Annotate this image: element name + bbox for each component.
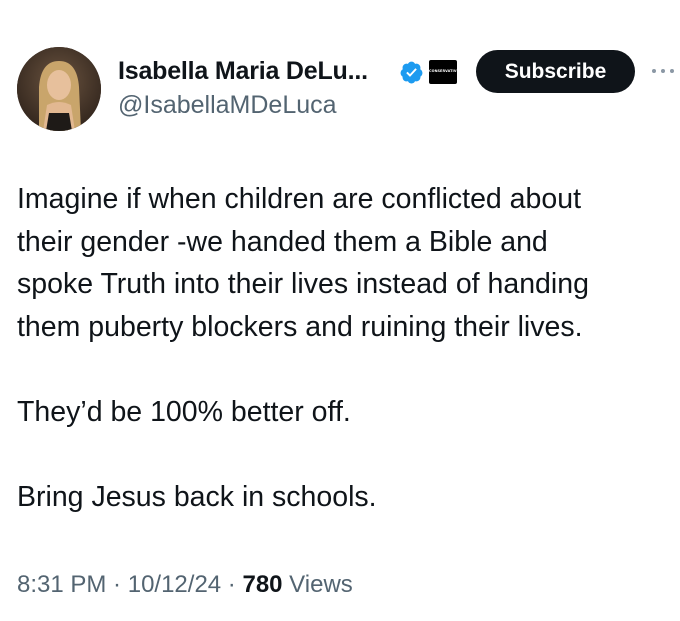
tweet-paragraph-1: Imagine if when children are conflicted …: [17, 178, 677, 348]
views-count: 780: [242, 571, 283, 598]
affiliate-badge[interactable]: CONSERVATIVE: [429, 60, 457, 84]
tweet-paragraph-2: They’d be 100% better off.: [17, 395, 351, 428]
tweet-line: them puberty blockers and ruining their …: [17, 310, 583, 343]
affiliate-badge-text: CONSERVATIVE: [429, 69, 457, 73]
tweet-date[interactable]: 10/12/24: [128, 571, 221, 598]
separator-dot: ·: [106, 571, 128, 598]
avatar-photo: [17, 47, 101, 131]
tweet-card: Isabella Maria DeLu... CONSERVATIVE @Isa…: [0, 0, 680, 621]
tweet-time[interactable]: 8:31 PM: [17, 571, 106, 598]
verified-badge-icon[interactable]: [399, 60, 424, 85]
more-options-icon[interactable]: [650, 64, 676, 78]
tweet-line: spoke Truth into their lives instead of …: [17, 268, 589, 300]
user-handle[interactable]: @IsabellaMDeLuca: [118, 88, 337, 122]
avatar[interactable]: [17, 47, 101, 131]
tweet-paragraph-3: Bring Jesus back in schools.: [17, 480, 377, 513]
views-label: Views: [282, 571, 353, 598]
subscribe-button[interactable]: Subscribe: [476, 50, 635, 93]
tweet-line: their gender -we handed them a Bible and: [17, 225, 548, 258]
display-name[interactable]: Isabella Maria DeLu...: [118, 53, 368, 89]
tweet-meta: 8:31 PM · 10/12/24 · 780 Views: [17, 568, 353, 602]
tweet-text: Imagine if when children are conflicted …: [17, 178, 677, 518]
tweet-line: Imagine if when children are conflicted …: [17, 183, 582, 215]
separator-dot: ·: [221, 571, 243, 598]
